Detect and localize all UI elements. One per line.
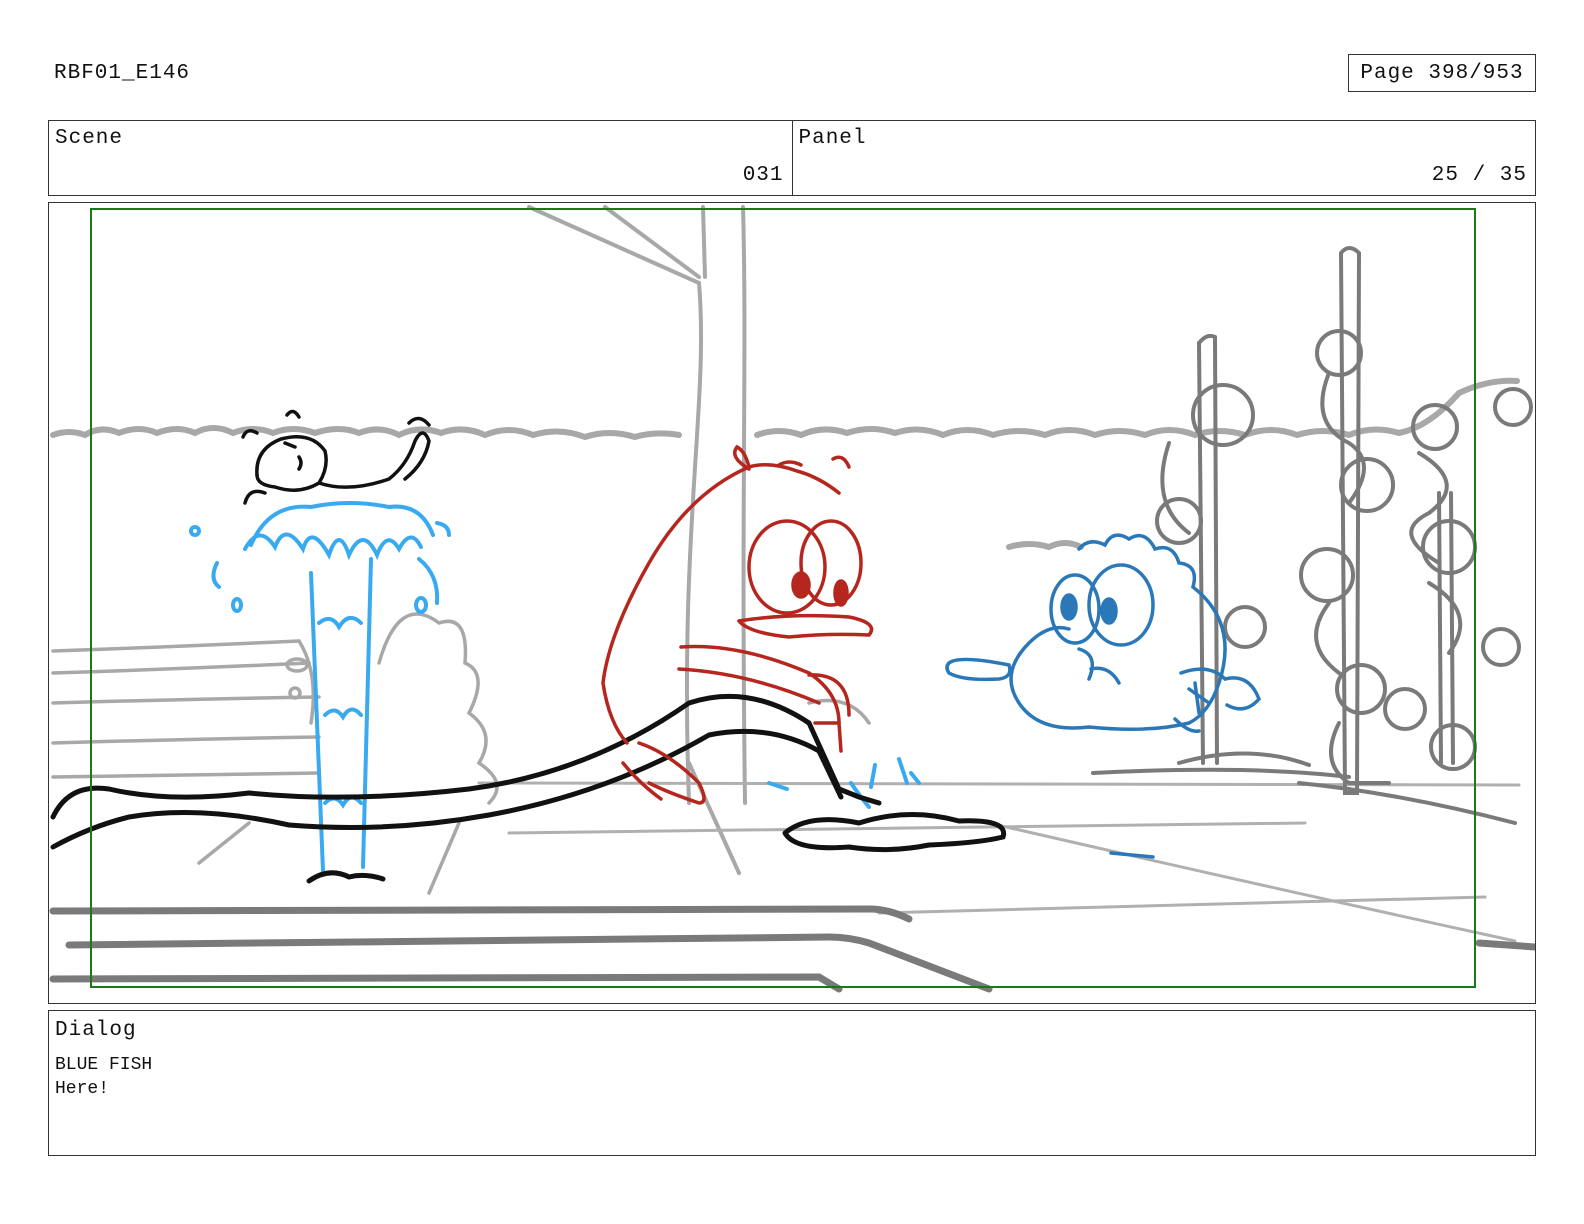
- storyboard-drawing: [49, 205, 1535, 993]
- water-fountain: [189, 501, 921, 873]
- safe-frame: [90, 208, 1476, 988]
- panel-number: 25 / 35: [1431, 164, 1527, 187]
- page-counter: Page 398/953: [1348, 54, 1536, 92]
- park-bench: [51, 639, 461, 895]
- scene-label: Scene: [55, 127, 124, 150]
- bird-character: [241, 409, 431, 505]
- panel-label: Panel: [798, 127, 867, 150]
- document-id: RBF01_E146: [54, 62, 191, 85]
- dialog-text: BLUE FISH Here!: [55, 1053, 152, 1101]
- scene-number: 031: [742, 164, 784, 187]
- panel-cell: Panel 25 / 35: [791, 121, 1536, 195]
- blue-fish-character: [945, 533, 1262, 859]
- scene-panel-info: Scene 031 Panel 25 / 35: [48, 120, 1536, 196]
- storyboard-panel: [48, 202, 1536, 1004]
- foreground-curb: [49, 905, 1535, 993]
- scene-cell: Scene 031: [49, 121, 792, 195]
- dialog-box: Dialog BLUE FISH Here!: [48, 1010, 1536, 1156]
- dialog-line: Here!: [55, 1079, 110, 1099]
- red-character: [601, 444, 874, 805]
- dialog-speaker: BLUE FISH: [55, 1055, 153, 1075]
- fruit-tree-poles: [1091, 246, 1533, 825]
- garden-hose: [50, 693, 1007, 884]
- ground-lines: [477, 781, 1521, 943]
- dialog-label: Dialog: [55, 1019, 137, 1042]
